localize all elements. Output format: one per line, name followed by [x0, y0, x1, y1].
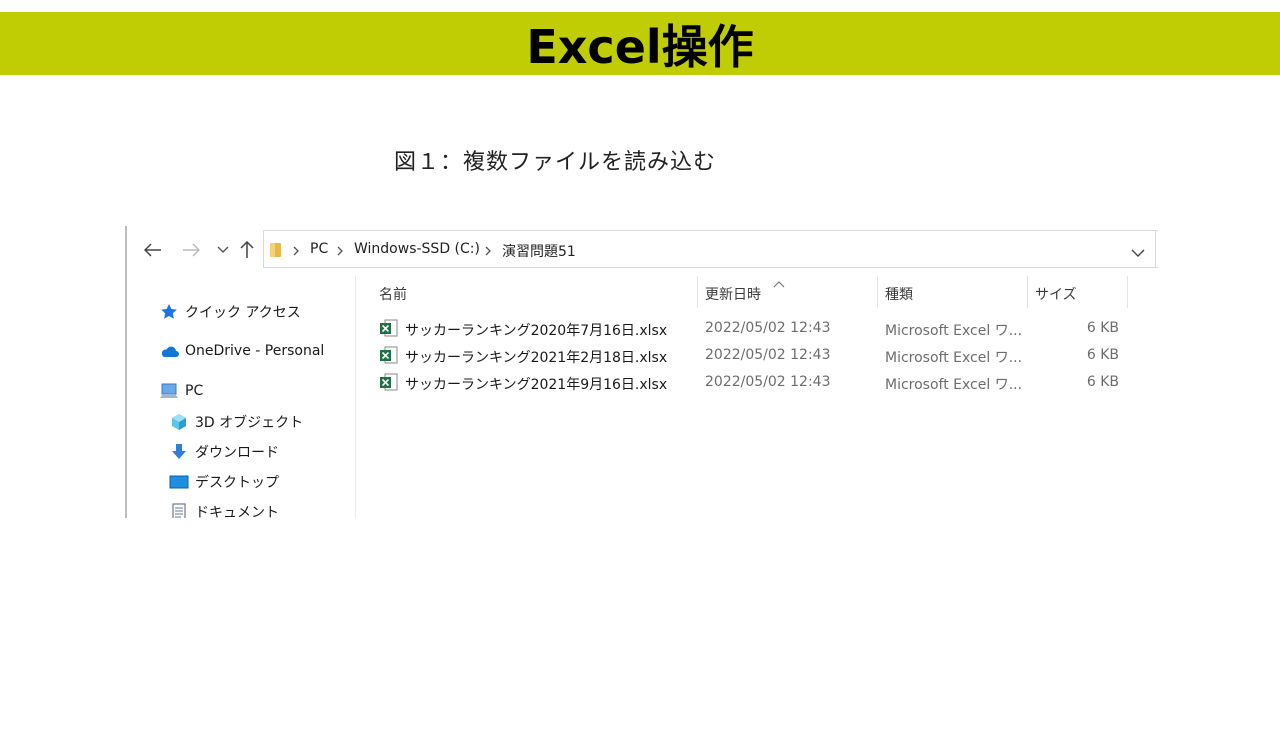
breadcrumb-separator-icon	[292, 242, 300, 261]
back-arrow-icon[interactable]	[141, 238, 165, 262]
nav-label: クイック アクセス	[185, 305, 301, 321]
column-header-date[interactable]: 更新日時	[705, 284, 761, 304]
forward-arrow-icon[interactable]	[179, 238, 203, 262]
nav-item-documents[interactable]: ドキュメント	[169, 502, 279, 518]
address-bar-edge	[1145, 230, 1158, 268]
nav-label: ドキュメント	[195, 505, 279, 518]
file-name: サッカーランキング2021年2月18日.xlsx	[405, 350, 668, 366]
file-type: Microsoft Excel ワ...	[885, 377, 1023, 393]
file-size: 6 KB	[1086, 374, 1119, 390]
column-header-type[interactable]: 種類	[885, 284, 913, 304]
nav-item-onedrive[interactable]: OneDrive - Personal	[159, 342, 324, 360]
pc-icon	[159, 382, 179, 400]
breadcrumb-drive[interactable]: Windows-SSD (C:)	[354, 241, 480, 257]
file-type: Microsoft Excel ワ...	[885, 323, 1023, 339]
nav-item-pc[interactable]: PC	[159, 382, 203, 400]
slide-title-bar: Excel操作	[0, 12, 1280, 75]
column-divider[interactable]	[1027, 276, 1028, 308]
column-divider[interactable]	[1127, 276, 1128, 308]
excel-file-icon	[379, 318, 399, 342]
sort-ascending-icon	[773, 274, 785, 293]
nav-item-downloads[interactable]: ダウンロード	[169, 442, 279, 462]
breadcrumb-separator-icon	[484, 242, 492, 261]
up-arrow-icon[interactable]	[235, 238, 259, 262]
column-header-name[interactable]: 名前	[379, 284, 407, 304]
column-header-row: 名前 更新日時 種類 サイズ	[371, 276, 1131, 308]
chevron-down-icon[interactable]	[211, 238, 235, 262]
file-size: 6 KB	[1086, 347, 1119, 363]
nav-item-desktop[interactable]: デスクトップ	[169, 472, 279, 492]
excel-file-icon	[379, 345, 399, 369]
column-divider[interactable]	[877, 276, 878, 308]
address-dropdown-icon[interactable]	[1131, 243, 1145, 262]
nav-label: 3D オブジェクト	[195, 415, 304, 431]
desktop-icon	[169, 473, 189, 491]
download-icon	[169, 443, 189, 461]
file-row[interactable]: サッカーランキング2021年2月18日.xlsx 2022/05/02 12:4…	[379, 343, 1139, 369]
document-icon	[169, 503, 189, 518]
file-date: 2022/05/02 12:43	[705, 374, 831, 390]
navigation-pane: クイック アクセス OneDrive - Personal PC 3D オブジェ…	[127, 276, 356, 518]
column-divider[interactable]	[697, 276, 698, 308]
breadcrumb-folder[interactable]: 演習問題51	[502, 241, 576, 261]
breadcrumb-pc[interactable]: PC	[310, 241, 328, 257]
nav-label: PC	[185, 383, 204, 399]
file-date: 2022/05/02 12:43	[705, 347, 831, 363]
nav-item-3d-objects[interactable]: 3D オブジェクト	[169, 412, 303, 432]
file-name: サッカーランキング2020年7月16日.xlsx	[405, 323, 668, 339]
cloud-icon	[159, 342, 179, 360]
file-name: サッカーランキング2021年9月16日.xlsx	[405, 377, 668, 393]
file-size: 6 KB	[1086, 320, 1119, 336]
folder-icon	[270, 242, 282, 262]
column-header-size[interactable]: サイズ	[1035, 284, 1077, 304]
nav-label: デスクトップ	[195, 475, 279, 491]
star-icon	[159, 303, 179, 321]
nav-label: ダウンロード	[195, 445, 279, 461]
file-explorer-window: PC Windows-SSD (C:) 演習問題51 クイック アクセス One…	[125, 226, 1158, 518]
file-row[interactable]: サッカーランキング2021年9月16日.xlsx 2022/05/02 12:4…	[379, 370, 1139, 396]
address-bar[interactable]: PC Windows-SSD (C:) 演習問題51	[263, 230, 1156, 268]
breadcrumb-separator-icon	[336, 242, 344, 261]
figure-caption: 図１：複数ファイルを読み込む	[394, 150, 717, 175]
nav-item-quick-access[interactable]: クイック アクセス	[159, 302, 301, 322]
file-date: 2022/05/02 12:43	[705, 320, 831, 336]
nav-label: OneDrive - Personal	[185, 343, 325, 359]
cube-icon	[169, 413, 189, 431]
file-type: Microsoft Excel ワ...	[885, 350, 1023, 366]
file-row[interactable]: サッカーランキング2020年7月16日.xlsx 2022/05/02 12:4…	[379, 316, 1139, 342]
excel-file-icon	[379, 372, 399, 396]
slide-title: Excel操作	[526, 19, 754, 74]
